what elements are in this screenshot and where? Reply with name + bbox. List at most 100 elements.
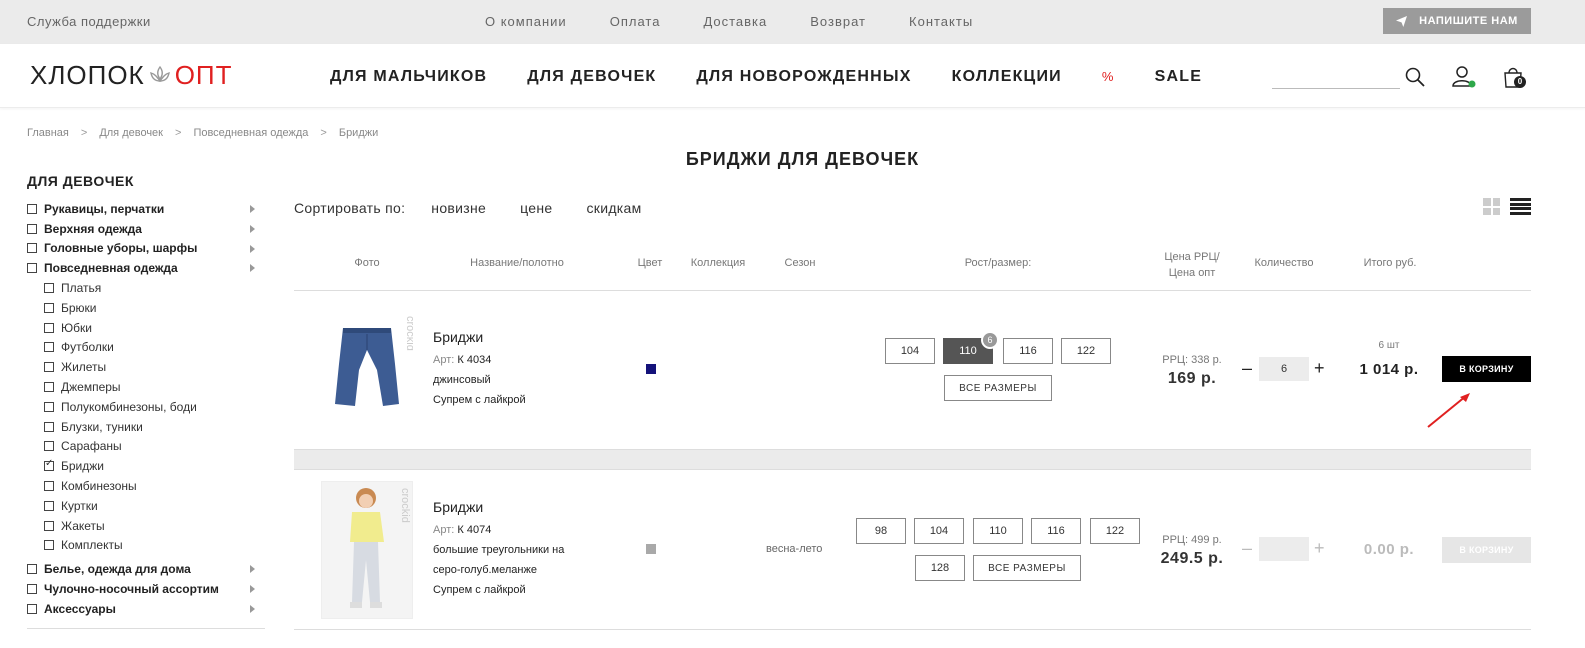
sidebar-category-item[interactable]: Куртки xyxy=(27,496,267,516)
quantity-input[interactable]: 6 xyxy=(1259,357,1309,381)
checkbox[interactable] xyxy=(44,481,54,492)
sidebar-category-item[interactable]: Комбинезоны xyxy=(27,476,267,496)
sidebar-category-item[interactable]: Рукавицы, перчатки xyxy=(27,199,267,219)
checkbox[interactable] xyxy=(44,500,54,511)
sidebar-category-item[interactable]: Повседневная одежда xyxy=(27,258,267,278)
sort-by-price[interactable]: цене xyxy=(520,200,552,216)
checkbox[interactable] xyxy=(44,342,54,353)
product-name[interactable]: Бриджи xyxy=(433,499,483,515)
nav-sale[interactable]: % SALE xyxy=(1102,68,1242,86)
checkbox[interactable] xyxy=(44,421,54,432)
product-image[interactable]: crockid xyxy=(321,306,413,414)
checkbox[interactable] xyxy=(27,243,37,254)
expand-arrow-icon[interactable] xyxy=(250,264,255,273)
checkbox[interactable] xyxy=(44,322,54,333)
add-to-cart-button[interactable]: В КОРЗИНУ xyxy=(1442,356,1531,382)
size-option[interactable]: 116 xyxy=(1031,518,1081,544)
sidebar-category-item[interactable]: Блузки, туники xyxy=(27,417,267,437)
support-link[interactable]: Служба поддержки xyxy=(27,14,151,29)
nav-boys[interactable]: ДЛЯ МАЛЬЧИКОВ xyxy=(330,68,487,86)
nav-girls[interactable]: ДЛЯ ДЕВОЧЕК xyxy=(527,68,656,86)
minus-icon[interactable]: – xyxy=(1242,358,1252,379)
quantity-input[interactable] xyxy=(1259,537,1309,561)
sort-by-new[interactable]: новизне xyxy=(431,200,486,216)
checkbox[interactable] xyxy=(27,584,37,595)
plus-icon[interactable]: + xyxy=(1314,538,1325,559)
expand-arrow-icon[interactable] xyxy=(250,585,255,594)
checkbox[interactable] xyxy=(27,203,37,214)
size-option[interactable]: 122 xyxy=(1090,518,1140,544)
add-to-cart-button-disabled[interactable]: В КОРЗИНУ xyxy=(1442,537,1531,563)
sidebar-category-item[interactable]: Жакеты xyxy=(27,516,267,536)
checkbox[interactable] xyxy=(27,603,37,614)
checkbox[interactable] xyxy=(44,540,54,551)
checkbox[interactable] xyxy=(44,401,54,412)
checkbox-checked[interactable] xyxy=(44,458,54,472)
plus-icon[interactable]: + xyxy=(1314,358,1325,379)
checkbox[interactable] xyxy=(44,362,54,373)
top-link-payment[interactable]: Оплата xyxy=(610,14,661,29)
sidebar-category-item[interactable]: Верхняя одежда xyxy=(27,219,267,239)
all-sizes-button[interactable]: ВСЕ РАЗМЕРЫ xyxy=(973,555,1081,581)
sidebar-category-item[interactable]: Платья xyxy=(27,278,267,298)
sort-by-discount[interactable]: скидкам xyxy=(586,200,641,216)
wholesale-price: 169 р. xyxy=(1167,370,1217,387)
size-option[interactable]: 104 xyxy=(885,338,935,364)
size-option[interactable]: 128 xyxy=(915,555,965,581)
breadcrumb-item[interactable]: Главная xyxy=(27,127,69,139)
grid-view-icon[interactable] xyxy=(1483,198,1500,215)
checkbox[interactable] xyxy=(44,302,54,313)
sidebar-category-item[interactable]: Полукомбинезоны, боди xyxy=(27,397,267,417)
sidebar-category-item[interactable]: Аксессуары xyxy=(27,599,267,619)
checkbox[interactable] xyxy=(44,441,54,452)
size-option[interactable]: 110 xyxy=(973,518,1023,544)
expand-arrow-icon[interactable] xyxy=(250,244,255,253)
top-link-delivery[interactable]: Доставка xyxy=(703,14,767,29)
nav-newborns[interactable]: ДЛЯ НОВОРОЖДЕННЫХ xyxy=(696,68,911,86)
search-icon[interactable] xyxy=(1405,67,1425,87)
sidebar-category-item[interactable]: Жилеты xyxy=(27,357,267,377)
sidebar-category-item[interactable]: Сарафаны xyxy=(27,437,267,457)
size-option[interactable]: 116 xyxy=(1003,338,1053,364)
top-link-contacts[interactable]: Контакты xyxy=(909,14,973,29)
checkbox[interactable] xyxy=(27,263,37,274)
top-link-return[interactable]: Возврат xyxy=(810,14,866,29)
expand-arrow-icon[interactable] xyxy=(250,604,255,613)
minus-icon[interactable]: – xyxy=(1242,538,1252,559)
sidebar-category-item[interactable]: Джемперы xyxy=(27,377,267,397)
nav-collections[interactable]: КОЛЛЕКЦИИ xyxy=(952,68,1062,86)
breadcrumb-item[interactable]: Повседневная одежда xyxy=(193,127,308,139)
checkbox[interactable] xyxy=(44,283,54,294)
sidebar-category-item[interactable]: Чулочно-носочный ассортим xyxy=(27,579,267,599)
all-sizes-button[interactable]: ВСЕ РАЗМЕРЫ xyxy=(944,375,1052,401)
sidebar-category-item[interactable]: Футболки xyxy=(27,338,267,358)
search-input[interactable] xyxy=(1272,88,1400,89)
user-icon[interactable] xyxy=(1452,64,1478,90)
sidebar-category-item[interactable]: Белье, одежда для дома xyxy=(27,559,267,579)
expand-arrow-icon[interactable] xyxy=(250,565,255,574)
checkbox[interactable] xyxy=(44,520,54,531)
size-option[interactable]: 104 xyxy=(914,518,964,544)
size-option[interactable]: 98 xyxy=(856,518,906,544)
sidebar-category-item[interactable]: Юбки xyxy=(27,318,267,338)
product-name[interactable]: Бриджи xyxy=(433,329,483,345)
expand-arrow-icon[interactable] xyxy=(250,205,255,213)
checkbox[interactable] xyxy=(27,223,37,234)
sidebar-category-item[interactable]: Головные уборы, шарфы xyxy=(27,239,267,259)
list-view-icon[interactable] xyxy=(1510,198,1531,215)
cart-icon[interactable] xyxy=(1503,65,1529,91)
logo[interactable]: ХЛОПОК ОПТ xyxy=(30,60,232,91)
color-swatch[interactable] xyxy=(646,364,656,374)
checkbox[interactable] xyxy=(27,564,37,575)
size-option[interactable]: 122 xyxy=(1061,338,1111,364)
write-us-button[interactable]: НАПИШИТЕ НАМ xyxy=(1383,8,1531,34)
sidebar-category-item[interactable]: Комплекты xyxy=(27,536,267,556)
top-link-about[interactable]: О компании xyxy=(485,14,567,29)
checkbox[interactable] xyxy=(44,382,54,393)
sidebar-category-item[interactable]: Бриджи xyxy=(27,456,267,476)
sidebar-category-item[interactable]: Брюки xyxy=(27,298,267,318)
color-swatch[interactable] xyxy=(646,544,656,554)
expand-arrow-icon[interactable] xyxy=(250,224,255,233)
product-image[interactable]: crockid xyxy=(321,481,413,619)
breadcrumb-item[interactable]: Для девочек xyxy=(99,127,163,139)
